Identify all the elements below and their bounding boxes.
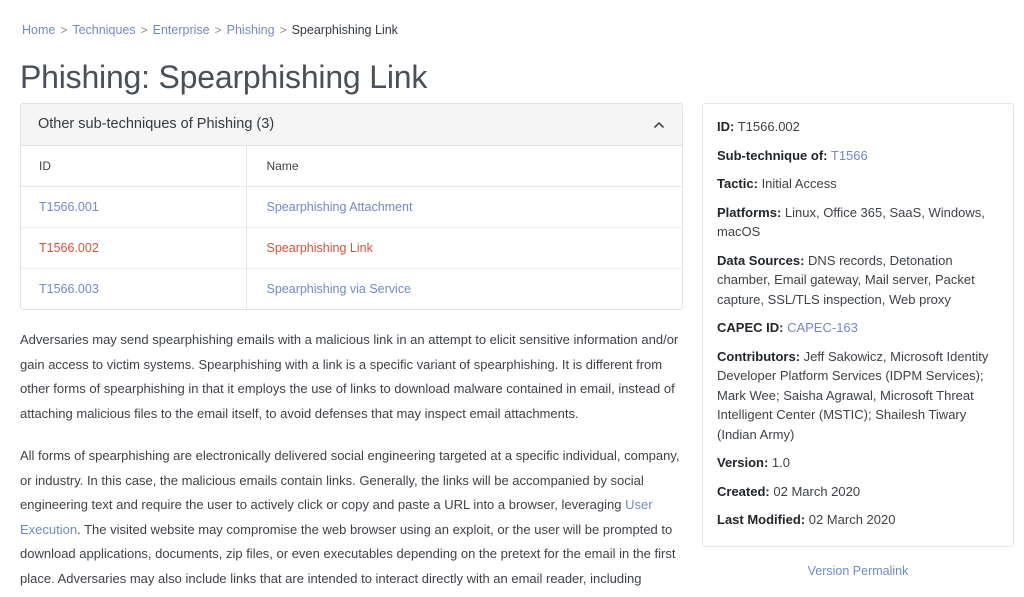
parent-technique-link[interactable]: T1566 — [831, 148, 868, 163]
info-row-data-sources: Data Sources: DNS records, Detonation ch… — [717, 251, 997, 310]
info-row-created: Created: 02 March 2020 — [717, 482, 997, 502]
breadcrumb-item-enterprise[interactable]: Enterprise — [153, 23, 210, 37]
table-row: T1566.001 Spearphishing Attachment — [21, 186, 682, 228]
subtechnique-id-link-current[interactable]: T1566.002 — [39, 241, 99, 255]
version-permalink-link[interactable]: Version Permalink — [808, 564, 909, 578]
breadcrumb-item-current: Spearphishing Link — [291, 23, 398, 37]
other-subtechniques-card: Other sub-techniques of Phishing (3) ID … — [20, 103, 683, 310]
subtechnique-id-link[interactable]: T1566.003 — [39, 282, 99, 296]
info-label-platforms: Platforms: — [717, 204, 782, 220]
breadcrumb-item-phishing[interactable]: Phishing — [227, 23, 275, 37]
subtechnique-id-link[interactable]: T1566.001 — [39, 200, 99, 214]
breadcrumb-separator: > — [140, 23, 148, 37]
breadcrumb-separator: > — [214, 23, 222, 37]
cell-id: T1566.001 — [21, 186, 246, 228]
info-row-id: ID: T1566.002 — [717, 117, 997, 137]
breadcrumb: Home > Techniques > Enterprise > Phishing > Spea… — [22, 22, 398, 38]
breadcrumb-separator: > — [60, 23, 68, 37]
info-label-data-sources: Data Sources: — [717, 252, 805, 268]
info-row-last-modified: Last Modified: 02 March 2020 — [717, 510, 997, 530]
breadcrumb-separator: > — [279, 23, 287, 37]
chevron-up-icon[interactable] — [652, 118, 666, 132]
info-value-last-modified: 02 March 2020 — [808, 512, 896, 527]
info-row-capec-id: CAPEC ID: CAPEC-163 — [717, 318, 997, 338]
info-label-contributors: Contributors: — [717, 348, 801, 364]
technique-info-card: ID: T1566.002 Sub-technique of: T1566 Ta… — [702, 103, 1014, 547]
subtechnique-name-link[interactable]: Spearphishing via Service — [267, 282, 412, 296]
cell-name: Spearphishing Attachment — [245, 186, 682, 228]
cell-name: Spearphishing via Service — [245, 268, 682, 309]
info-row-subtechnique-of: Sub-technique of: T1566 — [717, 146, 997, 166]
info-label-capec-id: CAPEC ID: — [717, 320, 784, 335]
info-label-tactic: Tactic: — [717, 176, 758, 191]
info-row-platforms: Platforms: Linux, Office 365, SaaS, Wind… — [717, 203, 997, 242]
info-label-version: Version: — [717, 455, 769, 470]
subtechnique-name-link-current[interactable]: Spearphishing Link — [267, 241, 373, 255]
version-permalink-wrapper: Version Permalink — [702, 562, 1014, 580]
info-value-version: 1.0 — [771, 455, 790, 470]
cell-name: Spearphishing Link — [245, 227, 682, 269]
cell-id: T1566.003 — [21, 268, 246, 309]
column-header-name: Name — [245, 146, 682, 187]
info-label-id: ID: — [717, 119, 735, 134]
paragraph-2-text-part-2: . The visited website may compromise the… — [20, 521, 676, 597]
table-body: T1566.001 Spearphishing Attachment T1566… — [21, 186, 682, 309]
breadcrumb-item-home[interactable]: Home — [22, 23, 55, 37]
subtechnique-name-link[interactable]: Spearphishing Attachment — [267, 200, 413, 214]
column-header-id: ID — [21, 146, 246, 187]
info-value-tactic: Initial Access — [761, 176, 837, 191]
info-row-version: Version: 1.0 — [717, 453, 997, 473]
capec-id-link[interactable]: CAPEC-163 — [787, 320, 858, 335]
paragraph-2-text-part-1: All forms of spearphishing are electroni… — [20, 448, 680, 512]
table-head: ID Name — [21, 146, 682, 187]
page-root: Home > Techniques > Enterprise > Phishing > Spea… — [0, 0, 1024, 597]
technique-info-sidebar: ID: T1566.002 Sub-technique of: T1566 Ta… — [702, 103, 1014, 580]
other-subtechniques-card-title: Other sub-techniques of Phishing (3) — [38, 116, 275, 132]
info-label-last-modified: Last Modified: — [717, 512, 806, 527]
table-row: T1566.003 Spearphishing via Service — [21, 268, 682, 309]
info-label-created: Created: — [717, 483, 770, 499]
description-paragraph-2: All forms of spearphishing are electroni… — [20, 444, 683, 597]
description-paragraph-1: Adversaries may send spearphishing email… — [20, 332, 679, 421]
table-header-row: ID Name — [21, 146, 682, 187]
info-value-created: 02 March 2020 — [773, 483, 861, 499]
subtechniques-table: ID Name T1566.001 Spearphishing Attachme… — [21, 146, 682, 309]
breadcrumb-item-techniques[interactable]: Techniques — [72, 23, 135, 37]
info-label-subtechnique-of: Sub-technique of: — [717, 147, 828, 163]
page-title: Phishing: Spearphishing Link — [20, 59, 428, 95]
cell-id: T1566.002 — [21, 227, 246, 269]
info-value-id: T1566.002 — [737, 119, 800, 134]
info-row-tactic: Tactic: Initial Access — [717, 174, 997, 194]
other-subtechniques-card-header[interactable]: Other sub-techniques of Phishing (3) — [21, 104, 682, 146]
info-row-contributors: Contributors: Jeff Sakowicz, Microsoft I… — [717, 347, 997, 445]
main-content-column: Other sub-techniques of Phishing (3) ID … — [20, 103, 683, 597]
table-row-current: T1566.002 Spearphishing Link — [21, 227, 682, 269]
